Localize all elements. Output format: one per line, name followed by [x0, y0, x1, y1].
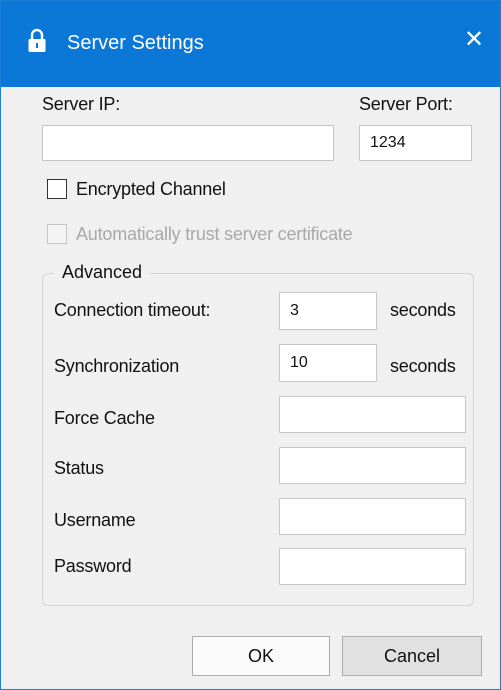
- ok-button[interactable]: OK: [192, 636, 330, 676]
- status-label: Status: [54, 458, 104, 478]
- advanced-group-title: Advanced: [54, 261, 151, 283]
- title-bar[interactable]: Server Settings ✕: [1, 1, 500, 87]
- server-ip-label: Server IP:: [42, 94, 121, 114]
- username-input[interactable]: [279, 498, 466, 535]
- trust-certificate-checkbox[interactable]: [47, 224, 67, 244]
- password-input[interactable]: [279, 548, 466, 585]
- synchronization-label: Synchronization: [54, 356, 180, 376]
- server-port-label: Server Port:: [359, 94, 453, 114]
- lock-icon: [28, 28, 46, 52]
- synchronization-unit: seconds: [390, 356, 456, 376]
- connection-timeout-unit: seconds: [390, 300, 456, 320]
- server-ip-input[interactable]: [42, 125, 334, 161]
- synchronization-input[interactable]: [279, 344, 377, 382]
- server-settings-dialog: Server Settings ✕ Server IP: Server Port…: [0, 0, 501, 690]
- cancel-button[interactable]: Cancel: [342, 636, 482, 676]
- server-port-input[interactable]: [359, 125, 472, 161]
- connection-timeout-input[interactable]: [279, 292, 377, 330]
- encrypted-channel-label[interactable]: Encrypted Channel: [76, 178, 226, 200]
- force-cache-input[interactable]: [279, 396, 466, 433]
- window-title: Server Settings: [67, 32, 204, 54]
- username-label: Username: [54, 510, 136, 530]
- connection-timeout-label: Connection timeout:: [54, 300, 211, 320]
- password-label: Password: [54, 556, 132, 576]
- trust-certificate-label: Automatically trust server certificate: [76, 224, 353, 244]
- force-cache-label: Force Cache: [54, 408, 155, 428]
- status-input[interactable]: [279, 447, 466, 484]
- close-icon[interactable]: ✕: [459, 25, 489, 55]
- encrypted-channel-checkbox[interactable]: [47, 179, 67, 199]
